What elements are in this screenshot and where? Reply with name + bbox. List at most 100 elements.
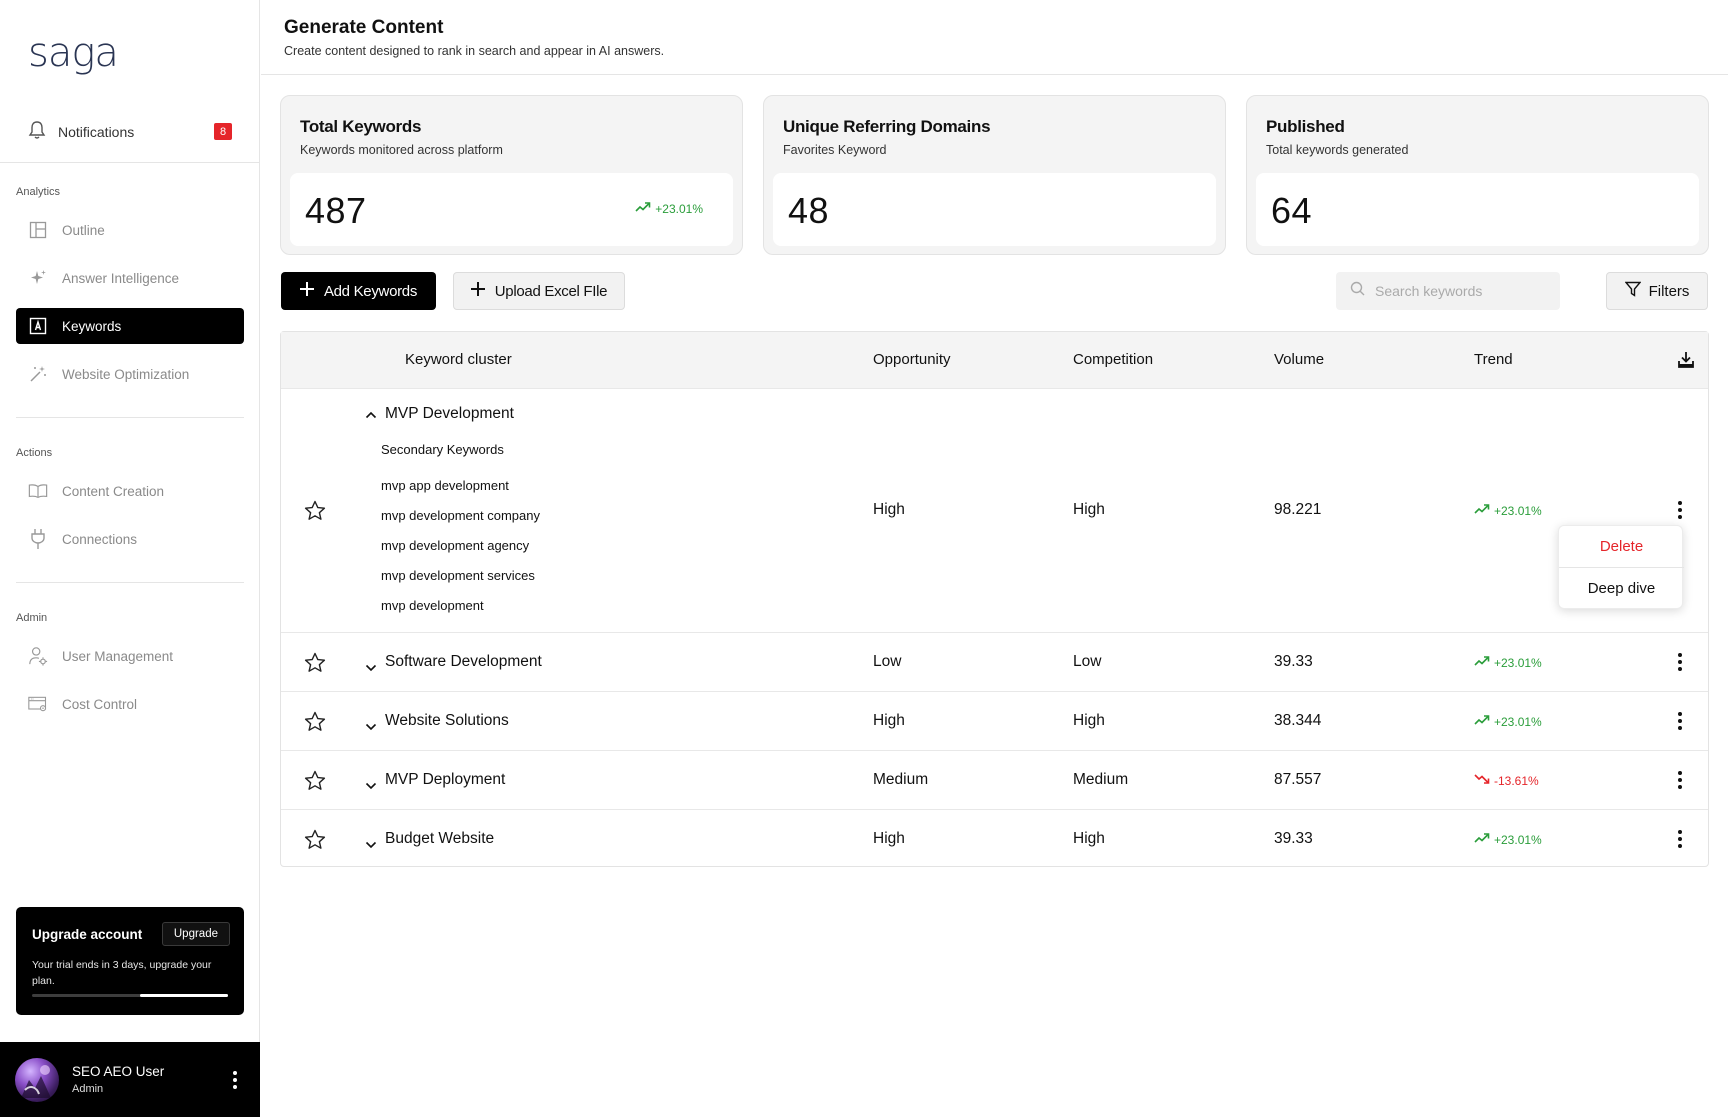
table-row[interactable]: Website Solutions High High 38.344 +23.0… bbox=[281, 691, 1708, 750]
sidebar-item-connections[interactable]: Connections bbox=[16, 521, 244, 557]
download-icon[interactable] bbox=[1678, 351, 1694, 374]
trend-cell: -13.61% bbox=[1474, 773, 1539, 788]
trend-cell: +23.01% bbox=[1474, 503, 1542, 518]
search-box[interactable] bbox=[1336, 272, 1560, 310]
stat-card-published: Published Total keywords generated 64 bbox=[1246, 95, 1709, 255]
page-header: Generate Content Create content designed… bbox=[261, 0, 1728, 75]
star-icon[interactable] bbox=[304, 652, 326, 678]
row-context-menu: Delete Deep dive bbox=[1558, 525, 1684, 609]
keyword-icon bbox=[28, 316, 48, 336]
sidebar-item-cost-control[interactable]: Cost Control bbox=[16, 686, 244, 722]
deep-dive-menu-item[interactable]: Deep dive bbox=[1559, 580, 1684, 597]
column-header-trend[interactable]: Trend bbox=[1474, 351, 1513, 368]
opportunity-cell: Medium bbox=[873, 771, 929, 788]
competition-cell: High bbox=[1073, 712, 1105, 729]
table-row[interactable]: Budget Website High High 39.33 +23.01% bbox=[281, 809, 1708, 866]
opportunity-cell: High bbox=[873, 501, 905, 518]
secondary-keyword: mvp app development bbox=[381, 478, 509, 493]
stat-value: 64 bbox=[1271, 190, 1313, 231]
notifications-label: Notifications bbox=[58, 124, 135, 140]
chevron-down-icon[interactable] bbox=[365, 836, 377, 854]
keywords-table: Keyword cluster Opportunity Competition … bbox=[280, 331, 1709, 867]
row-menu-icon[interactable] bbox=[1677, 711, 1683, 736]
sidebar-item-label: User Management bbox=[62, 648, 174, 664]
trial-progress-fill bbox=[139, 994, 228, 997]
chevron-down-icon[interactable] bbox=[365, 777, 377, 795]
sidebar-item-outline[interactable]: Outline bbox=[16, 212, 244, 248]
plus-icon bbox=[299, 282, 314, 300]
chevron-down-icon[interactable] bbox=[365, 718, 377, 736]
user-role: Admin bbox=[72, 1083, 104, 1095]
user-profile[interactable]: SEO AEO User Admin bbox=[0, 1042, 260, 1117]
filter-icon bbox=[1624, 281, 1642, 301]
row-menu-icon[interactable] bbox=[1677, 500, 1683, 525]
sidebar-item-user-management[interactable]: User Management bbox=[16, 638, 244, 674]
sidebar-item-answer-intelligence[interactable]: Answer Intelligence bbox=[16, 260, 244, 296]
column-header-competition[interactable]: Competition bbox=[1073, 351, 1153, 368]
competition-cell: High bbox=[1073, 501, 1105, 518]
delete-menu-item[interactable]: Delete bbox=[1559, 538, 1684, 555]
upgrade-description: Your trial ends in 3 days, upgrade your … bbox=[32, 959, 212, 987]
trend-value: +23.01% bbox=[1494, 503, 1542, 518]
user-menu-icon[interactable] bbox=[232, 1070, 238, 1095]
sidebar-item-keywords[interactable]: Keywords bbox=[16, 308, 244, 344]
upload-excel-button[interactable]: Upload Excel FIle bbox=[453, 272, 625, 310]
magic-wand-icon bbox=[28, 364, 48, 384]
secondary-keyword: mvp development services bbox=[381, 568, 535, 583]
opportunity-cell: Low bbox=[873, 653, 902, 670]
keyword-cluster-name: Software Development bbox=[385, 653, 542, 670]
notifications-item[interactable]: Notifications 8 bbox=[16, 116, 244, 148]
star-icon[interactable] bbox=[304, 500, 326, 526]
keyword-cluster-name: Website Solutions bbox=[385, 712, 509, 729]
star-icon[interactable] bbox=[304, 711, 326, 737]
keyword-cluster-name: Budget Website bbox=[385, 830, 495, 847]
plus-icon bbox=[470, 282, 485, 300]
section-label-analytics: Analytics bbox=[16, 186, 61, 198]
notifications-badge: 8 bbox=[214, 123, 232, 140]
divider bbox=[0, 162, 259, 163]
table-row[interactable]: MVP Deployment Medium Medium 87.557 -13.… bbox=[281, 750, 1708, 809]
filters-button[interactable]: Filters bbox=[1606, 272, 1708, 310]
saga-logo[interactable]: saga bbox=[28, 30, 119, 76]
chevron-down-icon[interactable] bbox=[365, 659, 377, 677]
page-title: Generate Content bbox=[284, 17, 444, 38]
trend-up-icon bbox=[635, 201, 651, 216]
table-header: Keyword cluster Opportunity Competition … bbox=[281, 332, 1708, 388]
opportunity-cell: High bbox=[873, 830, 905, 847]
row-menu-icon[interactable] bbox=[1677, 829, 1683, 854]
column-header-volume[interactable]: Volume bbox=[1274, 351, 1324, 368]
row-menu-icon[interactable] bbox=[1677, 770, 1683, 795]
column-header-opportunity[interactable]: Opportunity bbox=[873, 351, 951, 368]
sidebar-item-label: Connections bbox=[62, 531, 138, 547]
column-header-keyword-cluster[interactable]: Keyword cluster bbox=[405, 351, 512, 368]
section-label-actions: Actions bbox=[16, 447, 53, 459]
trend-up-icon bbox=[1474, 832, 1490, 847]
chevron-up-icon[interactable] bbox=[365, 406, 377, 424]
upgrade-card: Upgrade account Upgrade Your trial ends … bbox=[16, 907, 244, 1015]
trend-up-icon bbox=[1474, 714, 1490, 729]
volume-cell: 39.33 bbox=[1274, 653, 1313, 670]
upgrade-button[interactable]: Upgrade bbox=[161, 922, 230, 946]
competition-cell: Medium bbox=[1073, 771, 1129, 788]
competition-cell: High bbox=[1073, 830, 1105, 847]
stat-value-box: 64 bbox=[1256, 173, 1699, 246]
trend-down-icon bbox=[1474, 773, 1490, 788]
main-content: Generate Content Create content designed… bbox=[261, 0, 1728, 1117]
sidebar-item-content-creation[interactable]: Content Creation bbox=[16, 473, 244, 509]
stat-value: 487 bbox=[305, 190, 367, 231]
table-row[interactable]: MVP Development Secondary Keywords mvp a… bbox=[281, 388, 1708, 632]
volume-cell: 87.557 bbox=[1274, 771, 1322, 788]
table-row[interactable]: Software Development Low Low 39.33 +23.0… bbox=[281, 632, 1708, 691]
row-menu-icon[interactable] bbox=[1677, 652, 1683, 677]
star-icon[interactable] bbox=[304, 770, 326, 796]
sidebar-item-label: Keywords bbox=[62, 318, 122, 334]
star-icon[interactable] bbox=[304, 829, 326, 855]
sparkle-icon bbox=[28, 268, 48, 288]
add-keywords-button[interactable]: Add Keywords bbox=[281, 272, 436, 310]
filters-label: Filters bbox=[1648, 282, 1690, 300]
search-input[interactable] bbox=[1375, 283, 1545, 299]
stat-title: Unique Referring Domains bbox=[783, 117, 991, 136]
sidebar-item-website-optimization[interactable]: Website Optimization bbox=[16, 356, 244, 392]
keyword-cluster-name: MVP Development bbox=[385, 405, 514, 422]
secondary-keywords-label: Secondary Keywords bbox=[381, 442, 504, 457]
